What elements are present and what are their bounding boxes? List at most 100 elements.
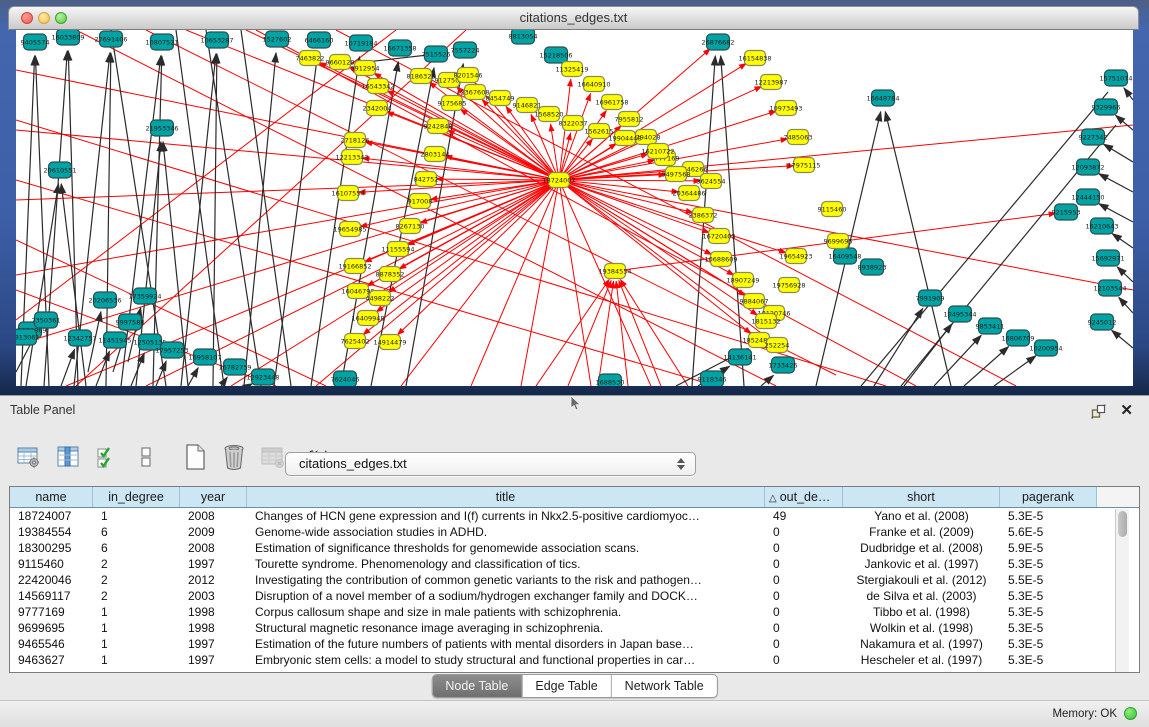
deselect-all-button[interactable]	[133, 443, 159, 471]
graph-edge[interactable]	[231, 180, 559, 386]
column-header-year[interactable]: year	[180, 487, 247, 507]
cell-in_degree[interactable]: 2	[93, 588, 180, 604]
select-all-button[interactable]	[94, 443, 120, 471]
cell-pagerank[interactable]: 5.9E-5	[1000, 540, 1097, 556]
cell-title[interactable]: Estimation of significance thresholds fo…	[247, 540, 765, 556]
cell-year[interactable]: 1998	[180, 620, 247, 636]
network-canvas[interactable]: 1872400719384554940557416033809276914061…	[16, 30, 1133, 386]
cell-short[interactable]: Franke et al. (2009)	[843, 524, 1000, 540]
network-window-titlebar[interactable]: citations_edges.txt	[8, 6, 1139, 30]
cell-out_de[interactable]: 49	[765, 508, 843, 524]
table-select-dropdown[interactable]: citations_edges.txt	[285, 452, 696, 476]
tab-network-table[interactable]: Network Table	[611, 675, 717, 697]
table-row[interactable]: 969969511998Structural magnetic resonanc…	[10, 620, 1139, 636]
graph-edge[interactable]	[420, 180, 559, 223]
cell-out_de[interactable]: 0	[765, 604, 843, 620]
cell-pagerank[interactable]: 5.3E-5	[1000, 620, 1097, 636]
cell-name[interactable]: 14569117	[10, 588, 93, 604]
table-row[interactable]: 1830029562008Estimation of significance …	[10, 540, 1139, 556]
cell-in_degree[interactable]: 1	[93, 604, 180, 620]
graph-edge[interactable]	[1112, 330, 1133, 348]
graph-edge[interactable]	[1124, 88, 1133, 100]
cell-in_degree[interactable]: 6	[93, 540, 180, 556]
graph-edge[interactable]	[362, 158, 559, 180]
table-row[interactable]: 1872400712008Changes of HCN gene express…	[10, 508, 1139, 524]
graph-edge[interactable]	[248, 384, 252, 386]
cell-title[interactable]: Changes of HCN gene expression and I(f) …	[247, 508, 765, 524]
graph-edge[interactable]	[61, 349, 75, 386]
graph-edge[interactable]	[16, 180, 716, 386]
cell-title[interactable]: Investigating the contribution of common…	[247, 572, 765, 588]
graph-edge[interactable]	[244, 53, 276, 386]
tab-node-table[interactable]: Node Table	[432, 675, 521, 697]
cell-out_de[interactable]: 0	[765, 524, 843, 540]
graph-edge[interactable]	[536, 279, 609, 386]
cell-name[interactable]: 9115460	[10, 556, 93, 572]
graph-edge[interactable]	[1099, 174, 1133, 192]
cell-out_de[interactable]: 0	[765, 556, 843, 572]
cell-out_de[interactable]: 0	[765, 636, 843, 652]
graph-edge[interactable]	[568, 280, 611, 386]
graph-edge[interactable]	[559, 180, 591, 386]
cell-pagerank[interactable]: 5.6E-5	[1000, 524, 1097, 540]
graph-edge[interactable]	[994, 356, 1036, 386]
cell-name[interactable]: 18724007	[10, 508, 93, 524]
column-header-out_de[interactable]: △out_de…	[765, 487, 843, 507]
close-panel-icon[interactable]: ✕	[1120, 404, 1133, 418]
cell-in_degree[interactable]: 1	[93, 652, 180, 668]
minimize-window-button[interactable]	[38, 12, 50, 24]
new-column-button[interactable]	[182, 443, 208, 471]
cell-name[interactable]: 18300295	[10, 540, 93, 556]
show-columns-button[interactable]	[55, 443, 81, 471]
tab-edge-table[interactable]: Edge Table	[521, 675, 610, 697]
scrollbar-thumb[interactable]	[1118, 511, 1127, 537]
cell-name[interactable]: 22420046	[10, 572, 93, 588]
memory-ok-icon[interactable]	[1124, 707, 1137, 720]
cell-out_de[interactable]: 0	[765, 540, 843, 556]
cell-in_degree[interactable]: 2	[93, 556, 180, 572]
cell-name[interactable]: 9699695	[10, 620, 93, 636]
close-window-button[interactable]	[21, 12, 33, 24]
cell-pagerank[interactable]: 5.3E-5	[1000, 652, 1097, 668]
graph-edge[interactable]	[1119, 297, 1133, 313]
cell-in_degree[interactable]: 1	[93, 620, 180, 636]
cell-name[interactable]: 9777169	[10, 604, 93, 620]
cell-year[interactable]: 2003	[180, 588, 247, 604]
float-panel-icon[interactable]	[1090, 403, 1106, 419]
graph-edge[interactable]	[1116, 115, 1133, 130]
table-row[interactable]: 946362711997Embryonic stem cells: a mode…	[10, 652, 1139, 668]
cell-pagerank[interactable]: 5.3E-5	[1000, 556, 1097, 572]
cell-out_de[interactable]: 0	[765, 588, 843, 604]
cell-pagerank[interactable]: 5.3E-5	[1000, 508, 1097, 524]
cell-short[interactable]: Yano et al. (2008)	[843, 508, 1000, 524]
delete-column-button[interactable]	[221, 443, 247, 471]
cell-short[interactable]: Nakamura et al. (1997)	[843, 636, 1000, 652]
network-graph[interactable]: 1872400719384554940557416033809276914061…	[16, 30, 1133, 386]
table-row[interactable]: 977716911998Corpus callosum shape and si…	[10, 604, 1139, 620]
cell-short[interactable]: Hescheler et al. (1997)	[843, 652, 1000, 668]
graph-edge[interactable]	[436, 179, 559, 180]
column-header-short[interactable]: short	[843, 487, 1000, 507]
cell-year[interactable]: 2008	[180, 540, 247, 556]
column-header-title[interactable]: title	[247, 487, 765, 507]
delete-table-button[interactable]	[260, 443, 286, 471]
graph-edge[interactable]	[1104, 144, 1133, 162]
graph-edge[interactable]	[188, 368, 198, 386]
cell-out_de[interactable]: 0	[765, 572, 843, 588]
cell-in_degree[interactable]: 2	[93, 572, 180, 588]
cell-pagerank[interactable]: 5.5E-5	[1000, 572, 1097, 588]
cell-short[interactable]: Dudbridge et al. (2008)	[843, 540, 1000, 556]
cell-short[interactable]: de Silva et al. (2003)	[843, 588, 1000, 604]
cell-year[interactable]: 1997	[180, 556, 247, 572]
graph-edge[interactable]	[861, 92, 1108, 386]
table-row[interactable]: 911546021997Tourette syndrome. Phenomeno…	[10, 556, 1139, 572]
graph-edge[interactable]	[761, 375, 773, 386]
cell-year[interactable]: 1997	[180, 652, 247, 668]
cell-name[interactable]: 9465546	[10, 636, 93, 652]
graph-edge[interactable]	[241, 30, 291, 386]
cell-title[interactable]: Corpus callosum shape and size in male p…	[247, 604, 765, 620]
cell-title[interactable]: Estimation of the future numbers of pati…	[247, 636, 765, 652]
cell-title[interactable]: Tourette syndrome. Phenomenology and cla…	[247, 556, 765, 572]
cell-short[interactable]: Wolkin et al. (1998)	[843, 620, 1000, 636]
column-header-in_degree[interactable]: in_degree	[93, 487, 180, 507]
